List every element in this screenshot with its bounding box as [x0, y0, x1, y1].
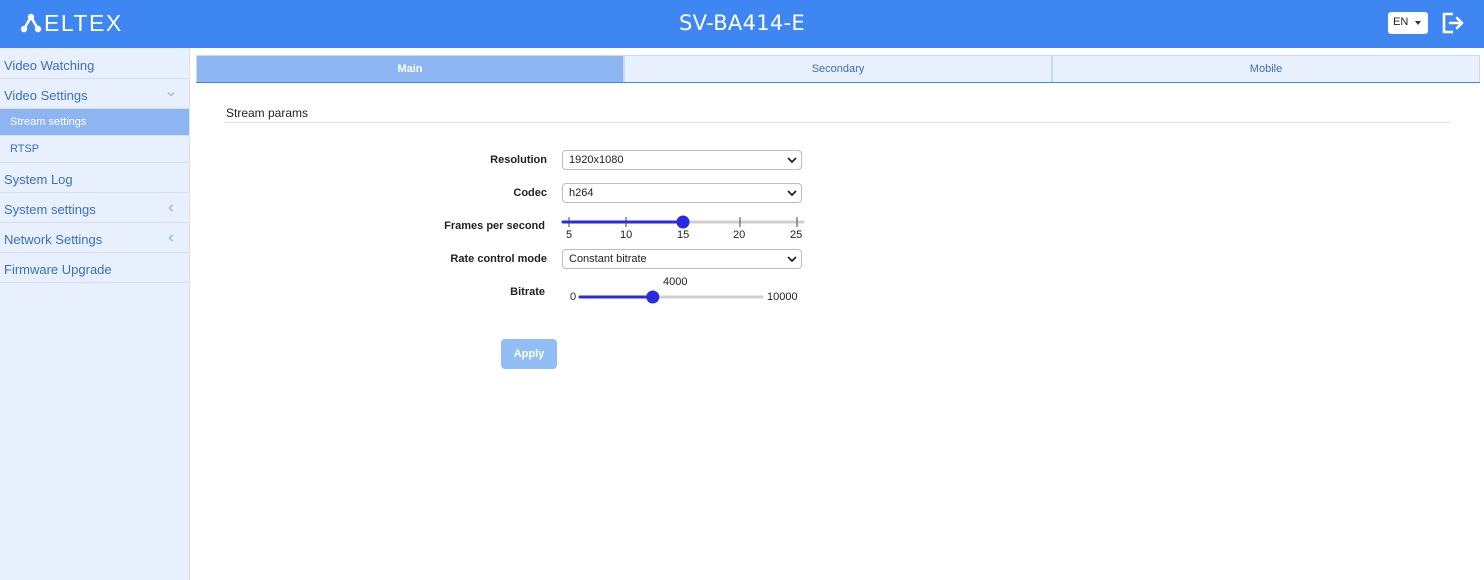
sidebar-item-label: RTSP	[10, 143, 40, 155]
chevron-down-icon	[787, 190, 797, 197]
fps-slider-thumb[interactable]	[676, 215, 690, 229]
fps-tick-label: 25	[790, 229, 803, 241]
section-title: Stream params	[226, 106, 309, 120]
bitrate-slider[interactable]	[577, 287, 765, 307]
sidebar-item-system-settings[interactable]: System settings	[0, 193, 189, 223]
sidebar-item-label: Video Watching	[4, 58, 95, 73]
resolution-label: Resolution	[490, 154, 547, 166]
chevron-left-icon	[168, 234, 173, 242]
codec-label: Codec	[513, 187, 547, 199]
rate-control-select[interactable]: Constant bitrate	[562, 249, 802, 269]
sidebar-item-stream-settings[interactable]: Stream settings	[0, 109, 189, 136]
top-header: ELTEX SV-BA414-E EN	[0, 0, 1484, 48]
sidebar-item-label: Video Settings	[4, 88, 88, 103]
tab-secondary[interactable]: Secondary	[624, 55, 1052, 82]
sidebar-item-label: Stream settings	[10, 116, 87, 128]
bitrate-slider-thumb[interactable]	[646, 290, 660, 304]
chevron-down-icon	[1415, 21, 1421, 25]
fps-tick-label: 20	[733, 229, 746, 241]
sidebar-item-label: System settings	[4, 202, 96, 217]
codec-select[interactable]: h264	[562, 183, 802, 203]
fps-tick-label: 10	[620, 229, 633, 241]
fps-tick-label: 5	[566, 229, 573, 241]
device-title: SV-BA414-E	[679, 11, 805, 35]
sidebar-item-label: Network Settings	[4, 232, 103, 247]
fps-label: Frames per second	[444, 220, 545, 232]
sidebar-item-video-settings[interactable]: Video Settings	[0, 79, 189, 109]
bitrate-label: Bitrate	[510, 286, 545, 298]
resolution-select[interactable]: 1920x1080	[562, 150, 802, 170]
chevron-down-icon	[787, 256, 797, 263]
tab-mobile[interactable]: Mobile	[1052, 55, 1480, 82]
logout-icon[interactable]	[1440, 11, 1466, 35]
chevron-down-icon	[787, 157, 797, 164]
sidebar-item-label: Firmware Upgrade	[4, 262, 112, 277]
chevron-left-icon	[168, 204, 173, 212]
sidebar-item-firmware-upgrade[interactable]: Firmware Upgrade	[0, 253, 189, 283]
codec-value: h264	[569, 187, 594, 199]
rate-control-value: Constant bitrate	[569, 253, 647, 265]
apply-button[interactable]: Apply	[501, 339, 557, 369]
language-value: EN	[1393, 16, 1409, 28]
resolution-value: 1920x1080	[569, 154, 624, 166]
sidebar-item-video-watching[interactable]: Video Watching	[0, 48, 189, 79]
fps-tick-label: 15	[677, 229, 690, 241]
stream-tabs: Main Secondary Mobile	[196, 55, 1480, 83]
bitrate-max-label: 10000	[767, 291, 798, 303]
tab-main[interactable]: Main	[196, 55, 624, 82]
section-divider	[224, 122, 1450, 123]
chevron-down-icon	[167, 92, 175, 97]
sidebar-item-label: System Log	[4, 172, 73, 187]
sidebar-item-system-log[interactable]: System Log	[0, 163, 189, 193]
rate-control-label: Rate control mode	[450, 253, 547, 265]
sidebar-item-network-settings[interactable]: Network Settings	[0, 223, 189, 253]
language-select[interactable]: EN	[1388, 12, 1428, 34]
bitrate-min-label: 0	[570, 291, 577, 303]
sidebar-item-rtsp[interactable]: RTSP	[0, 136, 189, 163]
sidebar: Video Watching Video Settings Stream set…	[0, 48, 190, 580]
